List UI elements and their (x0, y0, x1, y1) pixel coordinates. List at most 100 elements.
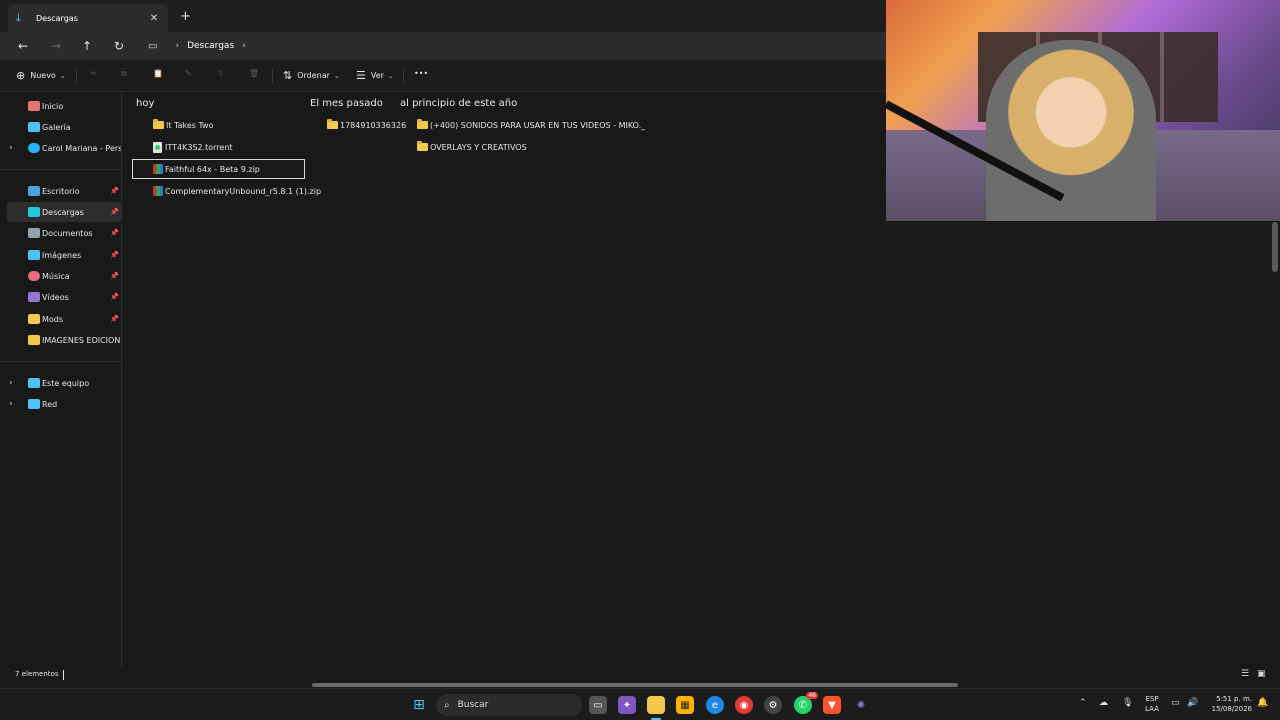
chrome-icon[interactable]: ◉ (735, 696, 753, 714)
group-heading-principio-ano[interactable]: al principio de este año (400, 98, 517, 109)
chevron-down-icon: ⌄ (333, 71, 340, 80)
refresh-button[interactable]: ↻ (111, 38, 127, 54)
store-icon[interactable]: ▦ (676, 696, 694, 714)
cloud-icon (28, 143, 40, 153)
windows-start-icon[interactable]: ⊞ (410, 696, 428, 714)
group-heading-el-mes-pasado[interactable]: El mes pasado (310, 98, 383, 109)
paste-icon[interactable]: 📋 (153, 69, 163, 78)
clock[interactable]: 5:51 p. m. 15/08/2026 (1206, 694, 1252, 714)
sidebar-item-label: Este equipo (42, 378, 90, 388)
sidebar-item-label: Escritorio (42, 186, 80, 196)
file-name: It Takes Two (166, 120, 214, 130)
pin-icon: 📌 (110, 187, 119, 195)
download-icon (28, 207, 40, 217)
new-tab-button[interactable]: + (180, 9, 191, 24)
file-explorer-icon[interactable] (647, 696, 665, 720)
sidebar-item-documentos[interactable]: Documentos 📌 (7, 223, 121, 243)
share-icon[interactable]: ⇪ (217, 69, 224, 78)
delete-icon[interactable]: 🗑 (249, 69, 259, 78)
network-icon[interactable]: ▭ (1171, 698, 1180, 708)
notifications-icon[interactable]: 🔔 (1257, 698, 1268, 708)
edge-icon[interactable]: e (706, 696, 724, 714)
sidebar-item-descargas[interactable]: Descargas 📌 (7, 202, 121, 222)
sidebar-item-imagenes-edicion[interactable]: IMAGENES EDICION (7, 330, 121, 350)
cut-icon[interactable]: ✂ (90, 69, 97, 78)
file-name: ComplementaryUnbound_r5.8.1 (1).zip (165, 186, 322, 196)
details-view-icon[interactable]: ☰ (1241, 669, 1249, 679)
chevron-right-icon[interactable]: › (242, 41, 246, 51)
sidebar-item-galeria[interactable]: Galería (7, 117, 121, 137)
sidebar-item-imagenes[interactable]: Imágenes 📌 (7, 245, 121, 265)
horizontal-scrollbar[interactable] (312, 683, 958, 687)
clock-date: 15/08/2026 (1211, 705, 1252, 713)
pin-icon: 📌 (110, 229, 119, 237)
forward-button[interactable]: → (48, 38, 64, 54)
up-button[interactable]: ↑ (79, 38, 95, 54)
file-item[interactable]: (+400) SONIDOS PARA USAR EN TUS VIDEOS -… (417, 115, 645, 135)
group-heading-hoy[interactable]: hoy (136, 98, 154, 109)
chevron-right-icon[interactable]: › (9, 378, 13, 388)
file-item[interactable]: 1784910336326 (327, 115, 406, 135)
sidebar-item-label: IMAGENES EDICION (42, 335, 121, 345)
folder-icon (153, 119, 164, 129)
status-bar: 7 elementos ☰ ▣ (0, 667, 1280, 683)
onedrive-icon[interactable]: ☁ (1099, 698, 1108, 708)
sidebar-item-inicio[interactable]: Inicio (7, 96, 121, 116)
video-icon (28, 292, 40, 302)
chevron-right-icon[interactable]: › (9, 399, 13, 409)
chevron-right-icon[interactable]: › (9, 143, 13, 153)
file-item[interactable]: ComplementaryUnbound_r5.8.1 (1).zip (153, 181, 321, 201)
back-button[interactable]: ← (15, 38, 31, 54)
plus-circle-icon: ⊕ (16, 69, 26, 82)
monitor-icon: ▭ (148, 40, 158, 52)
divider (0, 361, 121, 362)
rename-icon[interactable]: ✎ (185, 69, 192, 78)
copy-icon[interactable]: ⧉ (121, 69, 127, 79)
address-bar[interactable]: ▭ › Descargas › (140, 35, 886, 57)
more-options-button[interactable]: ••• (414, 69, 428, 78)
sidebar-item-red[interactable]: › Red (7, 394, 121, 414)
tab-descargas[interactable]: ⤓ Descargas ✕ (8, 4, 168, 32)
sidebar-item-label: Documentos (42, 228, 93, 238)
volume-icon[interactable]: 🔊 (1187, 698, 1198, 708)
sidebar-item-escritorio[interactable]: Escritorio 📌 (7, 181, 121, 201)
new-button[interactable]: ⊕ Nuevo ⌄ (16, 69, 66, 82)
language-indicator[interactable]: ESP LAA (1143, 694, 1161, 714)
download-icon: ⤓ (16, 11, 21, 24)
notification-badge: 46 (806, 692, 818, 699)
whatsapp-icon[interactable]: ✆ 46 (794, 692, 818, 714)
sidebar-item-label: Red (42, 399, 58, 409)
brave-icon[interactable]: ▼ (823, 696, 841, 714)
sidebar-item-musica[interactable]: Música 📌 (7, 266, 121, 286)
sidebar-item-videos[interactable]: Vídeos 📌 (7, 287, 121, 307)
chevron-up-icon[interactable]: ⌃ (1079, 698, 1087, 708)
sort-button[interactable]: ⇅ Ordenar ⌄ (283, 69, 340, 82)
pin-icon: 📌 (110, 293, 119, 301)
app-icon[interactable]: ✺ (852, 696, 870, 714)
breadcrumb-descargas[interactable]: Descargas (187, 41, 234, 51)
folder-icon (417, 119, 428, 129)
sidebar-item-mods[interactable]: Mods 📌 (7, 309, 121, 329)
file-item-selected[interactable]: Faithful 64x - Beta 9.zip (132, 159, 305, 179)
sidebar-item-onedrive[interactable]: › Carol Mariana - Personal (7, 138, 121, 158)
view-button[interactable]: ☰ Ver ⌄ (356, 69, 394, 82)
folder-icon (28, 314, 40, 324)
navigation-bar: ← → ↑ ↻ ▭ › Descargas › (0, 32, 886, 60)
copilot-icon[interactable]: ✦ (618, 696, 636, 714)
tab-close-button[interactable]: ✕ (148, 13, 160, 24)
divider (272, 69, 273, 83)
file-name: ITT4K3S2.torrent (165, 142, 233, 152)
task-view-icon[interactable]: ▭ (589, 696, 607, 714)
pin-icon: 📌 (110, 272, 119, 280)
chevron-right-icon: › (175, 41, 180, 51)
file-name: OVERLAYS Y CREATIVOS (430, 142, 527, 152)
taskbar-search[interactable]: ⌕ Buscar (436, 694, 582, 716)
steam-icon[interactable]: ⚙ (764, 696, 782, 714)
sidebar-item-este-equipo[interactable]: › Este equipo (7, 373, 121, 393)
file-item[interactable]: It Takes Two (153, 115, 213, 135)
tiles-view-icon[interactable]: ▣ (1257, 669, 1266, 679)
file-item[interactable]: OVERLAYS Y CREATIVOS (417, 137, 527, 157)
microphone-icon[interactable]: 🎙 (1122, 698, 1133, 708)
vertical-scrollbar[interactable] (1272, 222, 1278, 272)
file-item[interactable]: ITT4K3S2.torrent (153, 137, 233, 157)
